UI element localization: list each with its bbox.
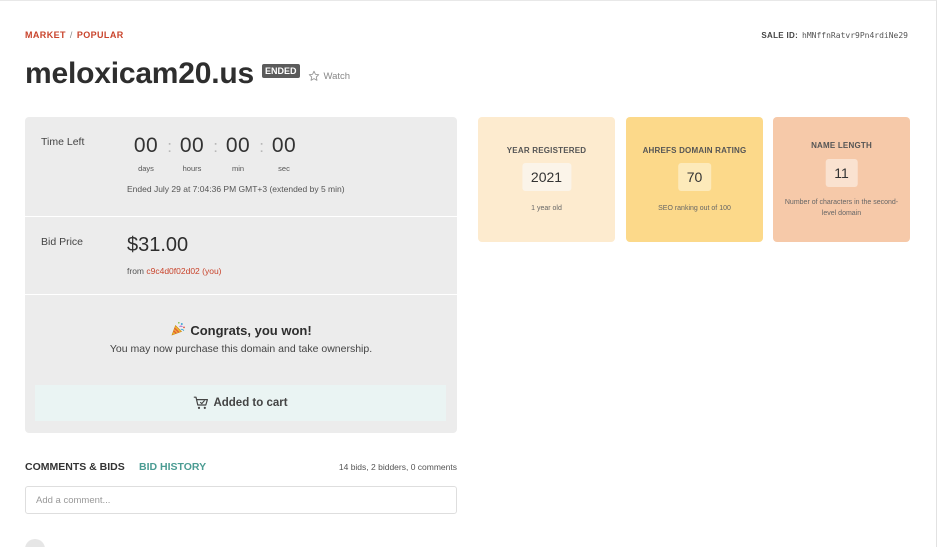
star-icon [308,70,319,81]
card-title: AHREFS DOMAIN RATING [642,146,747,155]
auction-panel: Time Left 00 days : 00 hours : 00 min : [25,117,457,433]
time-left-label: Time Left [41,136,85,148]
congrats-text: Congrats, you won! [190,323,312,338]
card-subtext: Number of characters in the second-level… [784,199,899,217]
countdown-value: 00 [133,134,159,157]
added-to-cart-button[interactable]: Added to cart [35,385,446,421]
countdown-min: 00 min : [215,134,264,173]
bidder-link[interactable]: c9c4d0f02d02 (you) [146,266,221,276]
bid-price-value: $31.00 [127,234,189,256]
sale-id-label: SALE ID: [761,31,799,40]
watch-label: Watch [323,70,351,82]
countdown: 00 days : 00 hours : 00 min : 00 sec [123,134,307,173]
card-ahrefs-rating: AHREFS DOMAIN RATING 70 SEO ranking out … [626,117,763,242]
card-subtext: SEO ranking out of 100 [658,205,731,212]
countdown-unit: sec [278,164,290,173]
cart-icon [194,396,209,409]
countdown-value: 00 [225,134,251,157]
card-subtext: 1 year old [531,205,562,212]
party-popper-icon [170,321,186,340]
auction-stats: 14 bids, 2 bidders, 0 comments [338,462,457,472]
page-title: meloxicam20.us [25,57,254,90]
added-to-cart-label: Added to cart [213,397,288,409]
card-value: 2021 [521,163,572,191]
time-left-section: Time Left 00 days : 00 hours : 00 min : [25,117,457,217]
countdown-hours: 00 hours : [169,134,218,173]
breadcrumb-market[interactable]: MARKET [25,30,66,40]
breadcrumb-popular[interactable]: POPULAR [77,30,124,40]
countdown-unit: min [231,164,245,173]
title-row: meloxicam20.us ENDED Watch [25,57,350,91]
sale-id-value: hMNffnRatvr9Pn4rdiNe29 [802,31,908,40]
ended-note: Ended July 29 at 7:04:36 PM GMT+3 (exten… [127,184,345,194]
card-title: NAME LENGTH [811,141,872,150]
breadcrumb-separator: / [69,30,73,40]
watch-button[interactable]: Watch [308,70,351,82]
card-title: YEAR REGISTERED [506,146,587,155]
countdown-days: 00 days : [123,134,172,173]
card-value: 70 [677,163,712,191]
bid-price-section: Bid Price $31.00 from c9c4d0f02d02 (you) [25,217,457,295]
countdown-sec: 00 sec [261,134,307,173]
comment-input[interactable]: Add a comment... [25,486,457,514]
sale-id: SALE ID: hMNffnRatvr9Pn4rdiNe29 [761,31,908,40]
avatar [25,539,45,547]
bid-from: from c9c4d0f02d02 (you) [127,266,222,276]
breadcrumb: MARKET / POPULAR [25,30,124,40]
won-section: Congrats, you won! You may now purchase … [25,295,457,433]
countdown-unit: days [138,164,154,173]
congrats-subtitle: You may now purchase this domain and tak… [109,343,373,355]
page-frame: MARKET / POPULAR SALE ID: hMNffnRatvr9Pn4rd… [0,0,937,547]
countdown-value: 00 [271,134,297,157]
status-badge: ENDED [262,64,300,78]
card-value: 11 [825,159,858,187]
bid-price-label: Bid Price [41,236,84,248]
card-name-length: NAME LENGTH 11 Number of characters in t… [773,117,910,242]
tab-comments-bids[interactable]: COMMENTS & BIDS [25,461,125,473]
tab-bid-history[interactable]: BID HISTORY [139,461,206,473]
bid-from-prefix: from [127,266,144,276]
congrats-heading: Congrats, you won! [25,321,457,340]
countdown-value: 00 [179,134,205,157]
comments-tabs: COMMENTS & BIDS BID HISTORY 14 bids, 2 b… [25,461,457,475]
countdown-unit: hours [182,164,202,173]
card-year-registered: YEAR REGISTERED 2021 1 year old [478,117,615,242]
